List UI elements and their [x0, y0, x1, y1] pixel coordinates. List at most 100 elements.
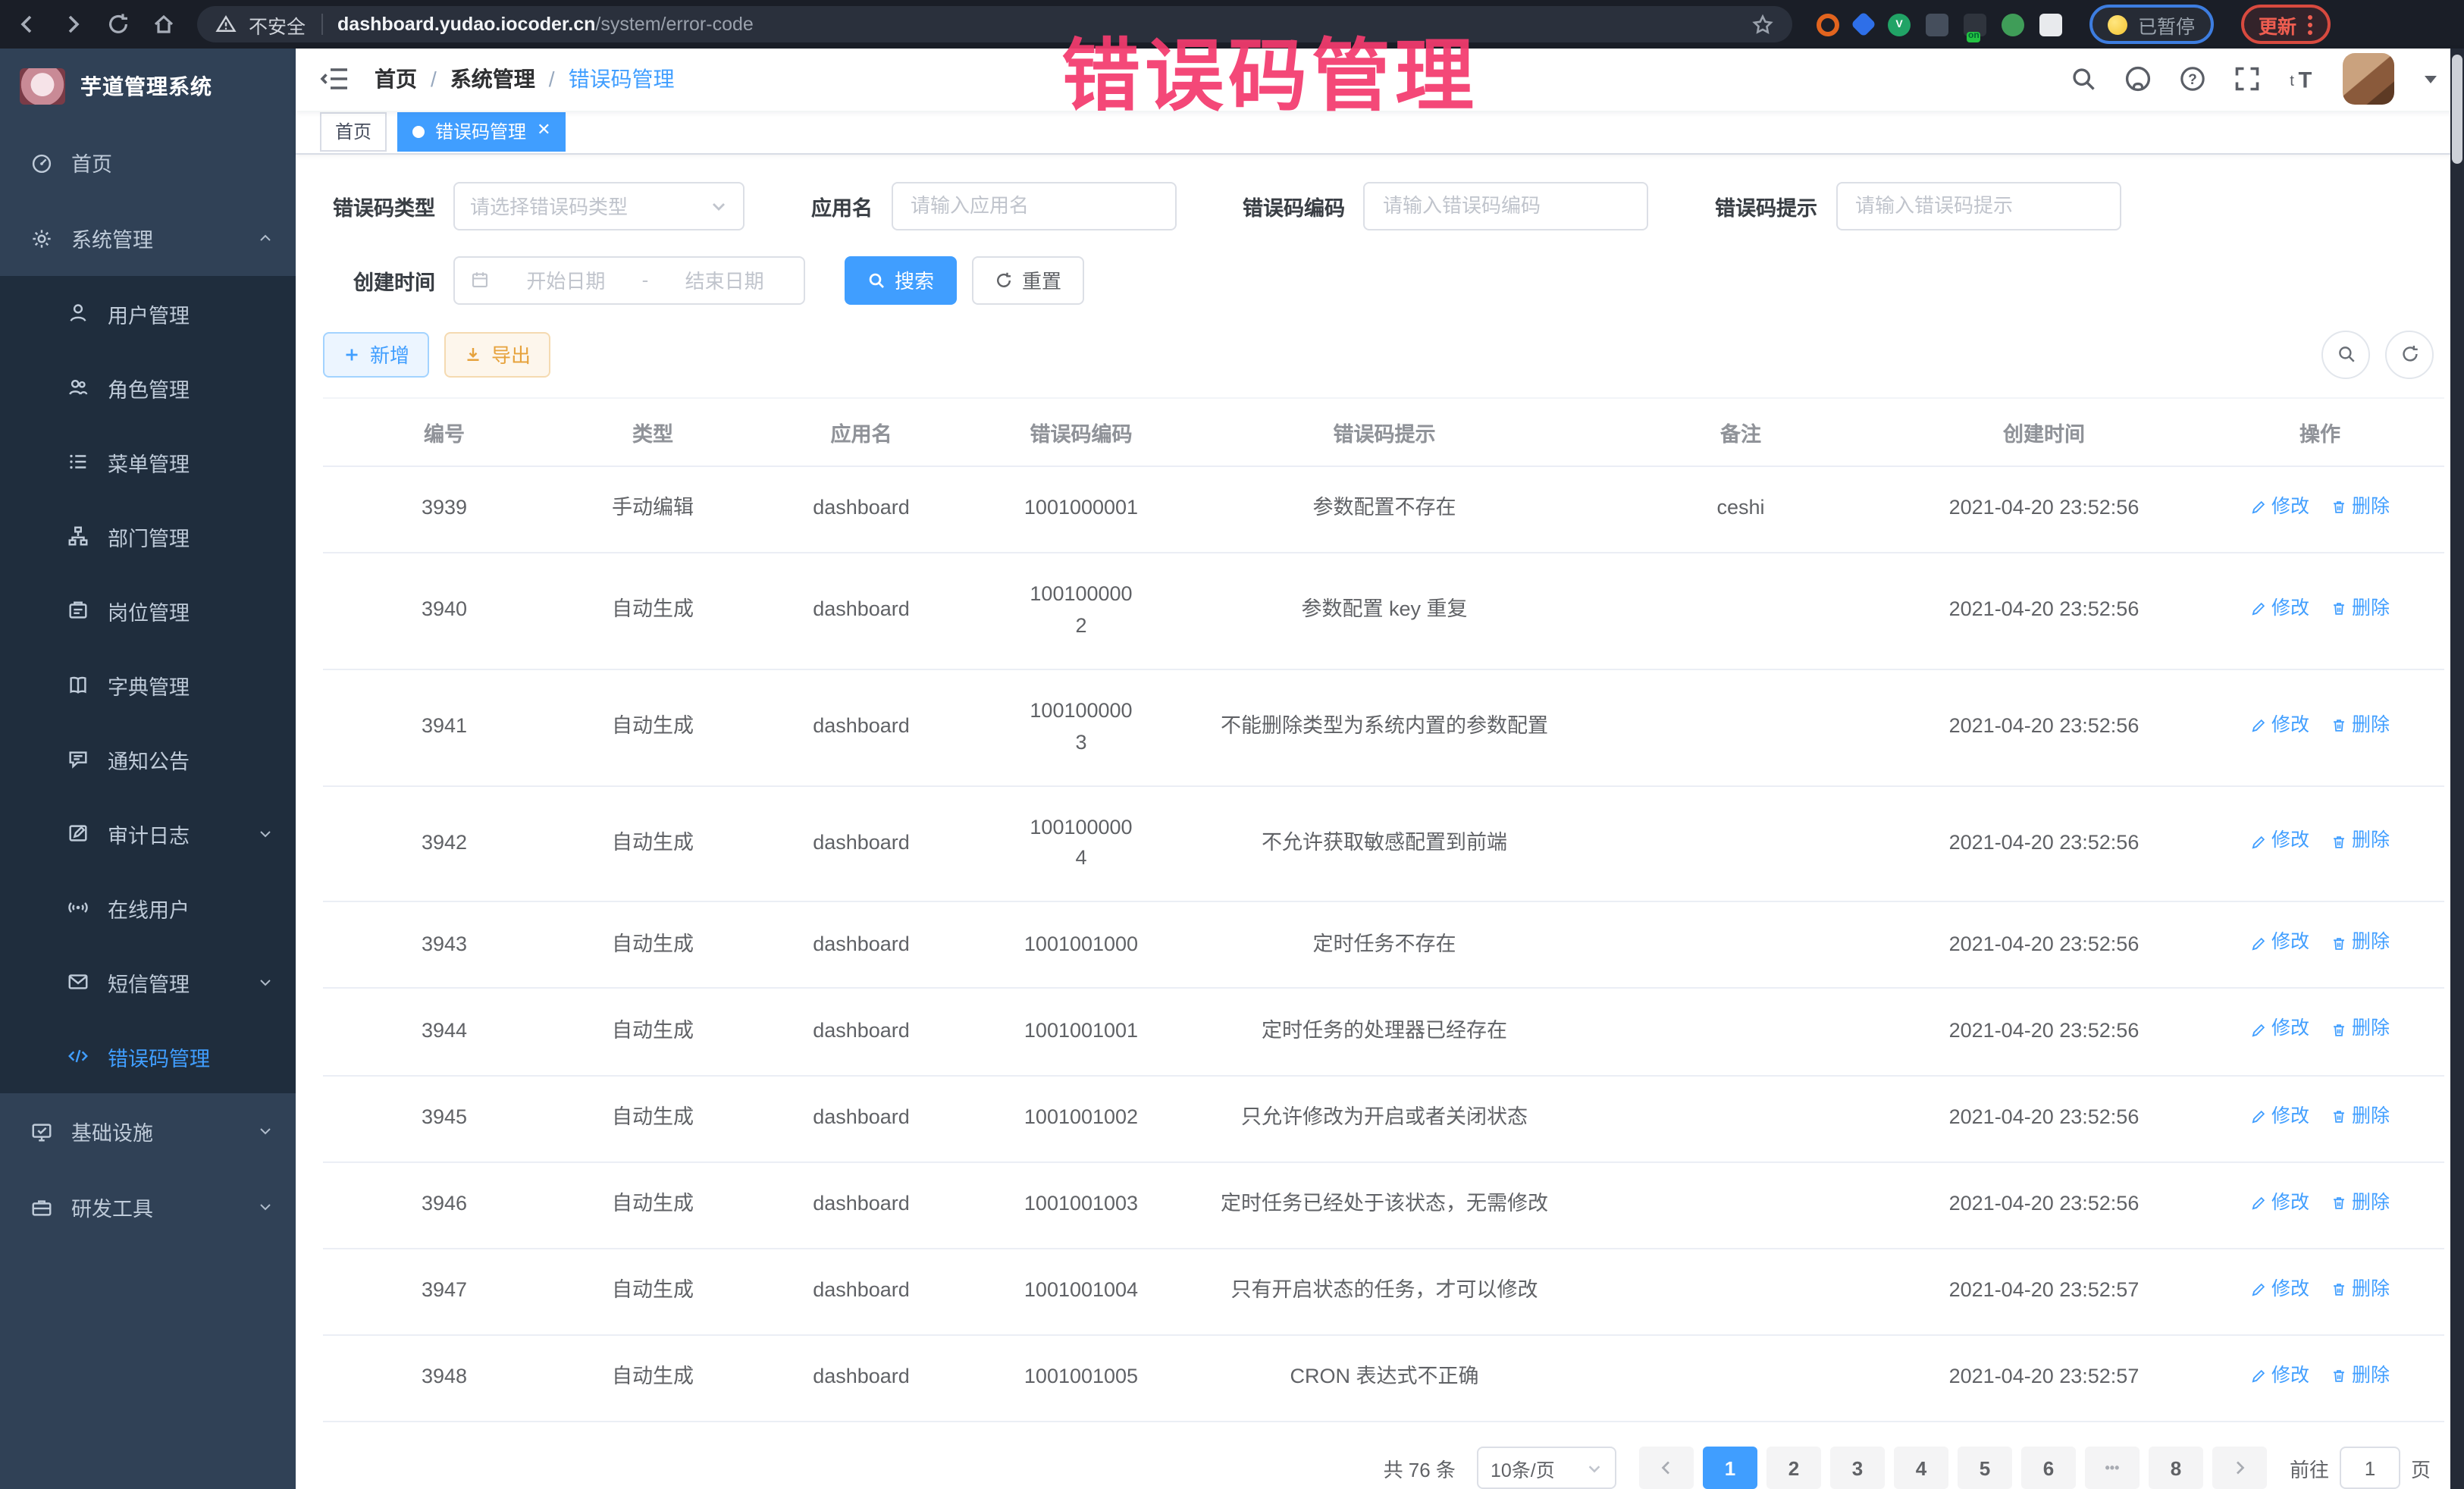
edit-link[interactable]: 修改 — [2250, 1275, 2309, 1305]
blue-gem-extension-icon[interactable] — [1851, 11, 1876, 37]
menu-dots-icon[interactable] — [2307, 14, 2312, 34]
search-icon[interactable] — [2070, 66, 2097, 93]
start-date-placeholder[interactable]: 开始日期 — [502, 265, 630, 294]
refresh-table-button[interactable] — [2385, 330, 2434, 378]
tree-icon — [67, 525, 89, 547]
page-button-5[interactable]: 5 — [1958, 1447, 2012, 1489]
breadcrumb-item-2[interactable]: 错误码管理 — [569, 64, 675, 95]
tab-home[interactable]: 首页 — [320, 112, 387, 152]
user-avatar[interactable] — [2343, 54, 2394, 105]
sidebar-item-5[interactable]: 部门管理 — [0, 499, 296, 573]
edit-link[interactable]: 修改 — [2250, 710, 2309, 740]
edit-link[interactable]: 修改 — [2250, 492, 2309, 522]
cell-remark — [1589, 989, 1892, 1075]
delete-link[interactable]: 删除 — [2331, 1362, 2390, 1391]
delete-link[interactable]: 删除 — [2331, 492, 2390, 522]
hamburger-icon[interactable] — [320, 64, 350, 95]
reload-icon[interactable] — [106, 12, 130, 36]
security-label[interactable]: 不安全 — [249, 10, 306, 39]
address-bar[interactable]: 不安全 dashboard.yudao.iocoder.cn/system/er… — [197, 6, 1792, 42]
grid-extension-icon[interactable] — [1926, 13, 1948, 36]
next-page-button[interactable] — [2212, 1447, 2267, 1489]
fullscreen-icon[interactable] — [2234, 66, 2261, 93]
delete-link[interactable]: 删除 — [2331, 1102, 2390, 1131]
orange-ring-extension-icon[interactable] — [1817, 13, 1839, 36]
reset-button[interactable]: 重置 — [972, 255, 1084, 304]
delete-link[interactable]: 删除 — [2331, 1188, 2390, 1218]
delete-link[interactable]: 删除 — [2331, 929, 2390, 958]
sidebar-item-14[interactable]: 研发工具 — [0, 1169, 296, 1245]
sidebar-item-12[interactable]: 错误码管理 — [0, 1019, 296, 1093]
end-date-placeholder[interactable]: 结束日期 — [660, 265, 788, 294]
bookmark-star-icon[interactable] — [1751, 13, 1774, 36]
delete-link[interactable]: 删除 — [2331, 1015, 2390, 1045]
toggle-search-button[interactable] — [2321, 330, 2370, 378]
add-button[interactable]: 新增 — [323, 331, 429, 377]
sidebar-item-8[interactable]: 通知公告 — [0, 722, 296, 796]
sidebar-item-10[interactable]: 在线用户 — [0, 870, 296, 945]
export-button[interactable]: 导出 — [444, 331, 550, 377]
delete-link[interactable]: 删除 — [2331, 710, 2390, 740]
delete-link[interactable]: 删除 — [2331, 827, 2390, 857]
github-icon[interactable] — [2124, 66, 2152, 93]
sidebar-item-9[interactable]: 审计日志 — [0, 796, 296, 870]
scrollbar[interactable] — [2450, 49, 2464, 1489]
screen: 不安全 dashboard.yudao.iocoder.cn/system/er… — [0, 0, 2464, 1489]
breadcrumb-item-0[interactable]: 首页 — [375, 64, 417, 95]
close-icon[interactable]: ✕ — [537, 124, 550, 140]
sidebar-item-6[interactable]: 岗位管理 — [0, 573, 296, 647]
goto-page-input[interactable] — [2340, 1447, 2400, 1489]
page-button-4[interactable]: 4 — [1894, 1447, 1948, 1489]
error-type-select[interactable]: 请选择错误码类型 — [453, 181, 745, 230]
page-size-select[interactable]: 10条/页 — [1477, 1447, 1616, 1489]
tab-error-code[interactable]: 错误码管理 ✕ — [397, 112, 566, 152]
cell-time: 2021-04-20 23:52:56 — [1892, 553, 2196, 669]
chevron-down-icon[interactable] — [2422, 71, 2440, 89]
sidebar-item-4[interactable]: 菜单管理 — [0, 425, 296, 499]
date-range-picker[interactable]: 开始日期 - 结束日期 — [453, 255, 805, 304]
search-button[interactable]: 搜索 — [845, 255, 957, 304]
sidebar-item-3[interactable]: 角色管理 — [0, 350, 296, 425]
delete-link[interactable]: 删除 — [2331, 594, 2390, 623]
green-v-extension-icon[interactable]: V — [1888, 13, 1911, 36]
sidebar-item-0[interactable]: 首页 — [0, 124, 296, 200]
page-button-6[interactable]: 6 — [2021, 1447, 2076, 1489]
delete-link[interactable]: 删除 — [2331, 1275, 2390, 1305]
font-size-icon[interactable]: tT — [2288, 66, 2315, 93]
sidebar-item-7[interactable]: 字典管理 — [0, 647, 296, 722]
error-code-input[interactable] — [1380, 193, 1632, 218]
puzzle-extension-icon[interactable] — [2039, 13, 2062, 36]
forward-icon[interactable] — [61, 12, 85, 36]
edit-link[interactable]: 修改 — [2250, 827, 2309, 857]
home-icon[interactable] — [152, 12, 176, 36]
error-hint-input[interactable] — [1852, 193, 2104, 218]
sidebar-item-13[interactable]: 基础设施 — [0, 1093, 296, 1169]
sidebar-item-1[interactable]: 系统管理 — [0, 200, 296, 276]
pager-ellipsis[interactable]: ••• — [2085, 1447, 2140, 1489]
paused-extension-badge[interactable]: 已暂停 — [2089, 5, 2213, 44]
help-icon[interactable]: ? — [2179, 66, 2206, 93]
edit-link[interactable]: 修改 — [2250, 594, 2309, 623]
page-button-3[interactable]: 3 — [1830, 1447, 1885, 1489]
app-logo[interactable]: 芋道管理系统 — [0, 49, 296, 124]
list-on-extension-icon[interactable]: on — [1964, 13, 1986, 36]
edit-link[interactable]: 修改 — [2250, 1015, 2309, 1045]
cell-time: 2021-04-20 23:52:56 — [1892, 785, 2196, 902]
scrollbar-thumb[interactable] — [2452, 55, 2462, 164]
page-button-1[interactable]: 1 — [1703, 1447, 1757, 1489]
edit-link[interactable]: 修改 — [2250, 929, 2309, 958]
browser-update-button[interactable]: 更新 — [2240, 5, 2330, 44]
page-button-2[interactable]: 2 — [1766, 1447, 1821, 1489]
url-text[interactable]: dashboard.yudao.iocoder.cn/system/error-… — [337, 14, 754, 35]
edit-link[interactable]: 修改 — [2250, 1362, 2309, 1391]
green-key-extension-icon[interactable] — [2002, 13, 2024, 36]
edit-link[interactable]: 修改 — [2250, 1188, 2309, 1218]
breadcrumb-item-1[interactable]: 系统管理 — [450, 64, 535, 95]
edit-link[interactable]: 修改 — [2250, 1102, 2309, 1131]
sidebar-item-2[interactable]: 用户管理 — [0, 276, 296, 350]
sidebar-item-11[interactable]: 短信管理 — [0, 945, 296, 1019]
page-button-8[interactable]: 8 — [2149, 1447, 2203, 1489]
app-name-input[interactable] — [908, 193, 1159, 218]
prev-page-button[interactable] — [1639, 1447, 1694, 1489]
back-icon[interactable] — [15, 12, 39, 36]
